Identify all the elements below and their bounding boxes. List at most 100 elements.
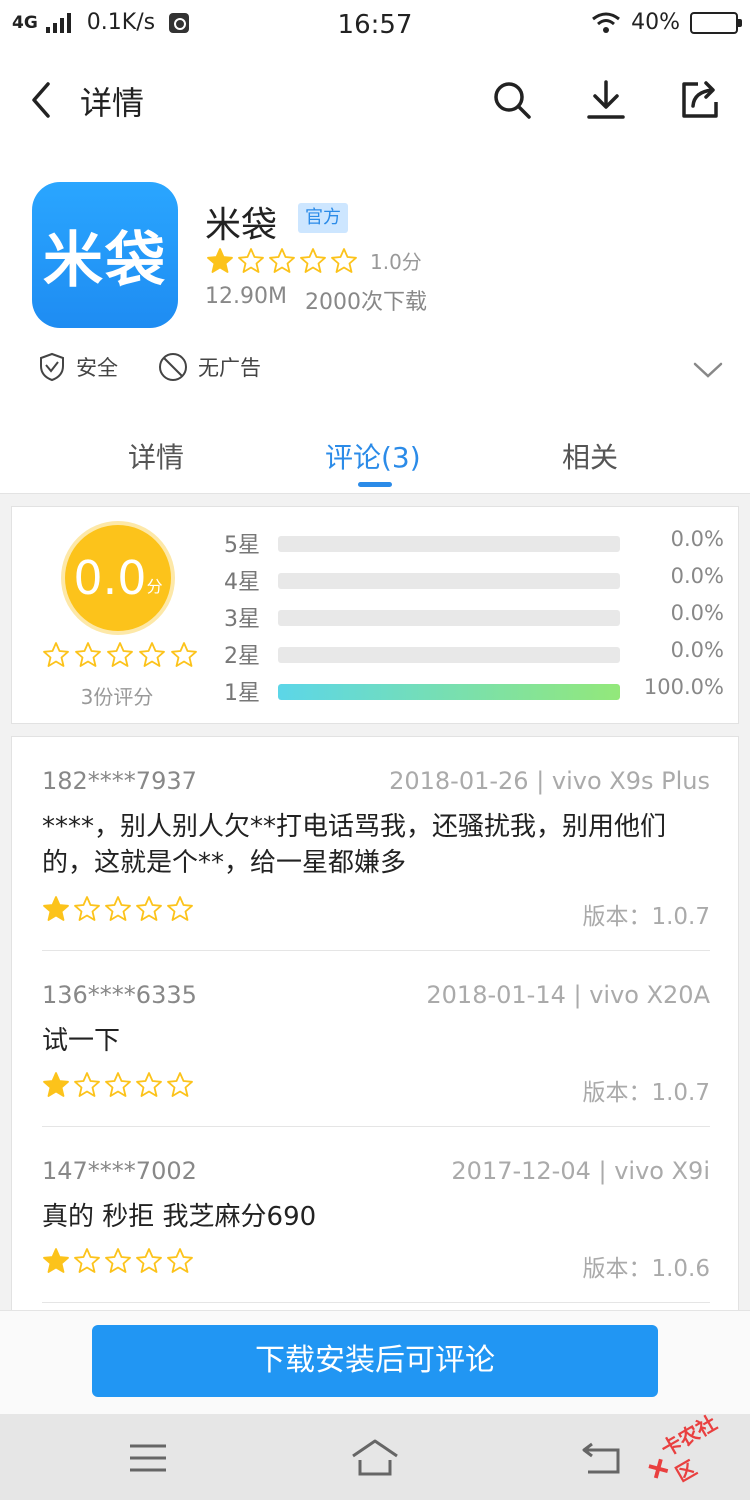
home-icon[interactable] — [350, 1438, 400, 1478]
star-empty-icon — [167, 1248, 193, 1273]
comment-item: 147****7002 2017-12-04 | vivo X9i 真的 秒拒 … — [42, 1157, 710, 1303]
comment-version: 版本：1.0.6 — [582, 1256, 710, 1282]
comment-version: 版本：1.0.7 — [582, 904, 710, 930]
star-filled-icon — [43, 1072, 69, 1097]
rating-row-label: 5星 — [224, 533, 260, 558]
rating-row-percent: 0.0% — [670, 527, 724, 551]
app-icon: 米袋 — [32, 182, 178, 328]
share-icon[interactable] — [678, 78, 722, 122]
tag-no-ads: 无广告 — [158, 352, 261, 382]
rating-summary: 0.0 分 3份评分 5星 0.0% 4星 0.0% 3星 0.0% 2星 0.… — [11, 506, 739, 724]
back-icon[interactable] — [22, 78, 62, 122]
bottom-action-bar: 下载安装后可评论 — [0, 1310, 750, 1414]
status-right: 40% — [591, 10, 742, 35]
star-filled-icon — [207, 247, 233, 273]
app-rating: 1.0分 — [206, 246, 422, 275]
rating-row-4: 4星 0.0% — [224, 564, 724, 595]
app-rating-stars — [206, 247, 358, 275]
star-empty-icon — [136, 1072, 162, 1097]
tab-details[interactable]: 详情 — [128, 436, 184, 476]
app-size: 12.90M — [205, 284, 287, 309]
comment-stars — [42, 895, 194, 923]
back-nav-icon[interactable] — [580, 1438, 624, 1478]
star-filled-icon — [43, 1248, 69, 1273]
page-title: 详情 — [80, 84, 145, 122]
wifi-icon — [592, 12, 621, 33]
star-empty-icon — [43, 642, 69, 667]
tab-comments[interactable]: 评论(3) — [325, 436, 421, 476]
download-to-comment-button[interactable]: 下载安装后可评论 — [92, 1325, 658, 1397]
star-empty-icon — [238, 247, 264, 273]
rating-bar-track — [278, 536, 620, 552]
rating-row-label: 1星 — [224, 681, 260, 706]
star-empty-icon — [171, 642, 197, 667]
battery-icon — [690, 11, 742, 34]
star-empty-icon — [269, 247, 295, 273]
tab-related[interactable]: 相关 — [562, 436, 618, 476]
rating-row-label: 2星 — [224, 644, 260, 669]
tag-safe-label: 安全 — [76, 356, 118, 380]
app-tags: 安全 无广告 — [38, 352, 261, 382]
comment-item: 182****7937 2018-01-26 | vivo X9s Plus *… — [42, 767, 710, 951]
comment-meta: 2018-01-26 | vivo X9s Plus — [389, 767, 710, 795]
app-name: 米袋 — [205, 205, 278, 246]
score-value: 0.0 — [73, 551, 147, 605]
tag-no-ads-label: 无广告 — [198, 356, 261, 380]
comment-stars — [42, 1247, 194, 1275]
comment-meta: 2018-01-14 | vivo X20A — [426, 981, 710, 1009]
star-empty-icon — [136, 1248, 162, 1273]
comment-item: 136****6335 2018-01-14 | vivo X20A 试一下 版… — [42, 981, 710, 1127]
top-bar: 详情 — [0, 60, 750, 140]
status-bar: 4G 0.1K/s 16:57 40% — [0, 0, 750, 52]
menu-icon[interactable] — [126, 1438, 170, 1478]
rating-row-percent: 0.0% — [670, 564, 724, 588]
star-empty-icon — [74, 1248, 100, 1273]
star-empty-icon — [300, 247, 326, 273]
star-empty-icon — [105, 896, 131, 921]
rating-count: 3份评分 — [80, 685, 154, 709]
battery-percent: 40% — [631, 10, 680, 35]
app-meta: 12.90M 2000次下载 — [205, 284, 427, 316]
app-downloads: 2000次下载 — [304, 290, 427, 315]
official-badge: 官方 — [298, 203, 348, 233]
chevron-down-icon[interactable] — [692, 354, 724, 386]
search-icon[interactable] — [490, 78, 534, 122]
shield-check-icon — [40, 352, 64, 382]
star-empty-icon — [107, 642, 133, 667]
star-empty-icon — [74, 896, 100, 921]
rating-row-3: 3星 0.0% — [224, 601, 724, 632]
rating-bar-fill — [278, 684, 620, 700]
star-empty-icon — [75, 642, 101, 667]
rating-bar-track — [278, 573, 620, 589]
comment-user: 182****7937 — [42, 767, 197, 795]
rating-row-percent: 0.0% — [670, 638, 724, 662]
comment-body: ****，别人别人欠**打电话骂我，还骚扰我，别用他们的，这就是个**，给一星都… — [42, 812, 667, 878]
comment-list: 182****7937 2018-01-26 | vivo X9s Plus *… — [11, 736, 739, 1314]
comment-body: 真的 秒拒 我芝麻分690 — [42, 1202, 317, 1232]
rating-bar-track — [278, 610, 620, 626]
tab-bar: 详情 评论(3) 相关 — [0, 418, 750, 494]
score-unit: 分 — [146, 577, 163, 596]
star-empty-icon — [105, 1248, 131, 1273]
rating-row-5: 5星 0.0% — [224, 527, 724, 558]
comment-user: 147****7002 — [42, 1157, 197, 1185]
comment-version: 版本：1.0.7 — [582, 1080, 710, 1106]
comment-stars — [42, 1071, 194, 1099]
star-empty-icon — [136, 896, 162, 921]
download-icon[interactable] — [584, 78, 628, 122]
summary-stars — [42, 641, 198, 669]
rating-row-percent: 100.0% — [643, 675, 724, 699]
rating-bar-track — [278, 684, 620, 700]
comment-body: 试一下 — [42, 1026, 121, 1056]
rating-row-2: 2星 0.0% — [224, 638, 724, 669]
star-empty-icon — [105, 1072, 131, 1097]
no-ads-icon — [159, 353, 187, 381]
star-empty-icon — [167, 896, 193, 921]
app-rating-text: 1.0分 — [370, 250, 422, 274]
rating-row-percent: 0.0% — [670, 601, 724, 625]
rating-row-1: 1星 100.0% — [224, 675, 724, 706]
tag-safe: 安全 — [38, 352, 118, 382]
rating-row-label: 4星 — [224, 570, 260, 595]
star-empty-icon — [74, 1072, 100, 1097]
score-circle: 0.0 分 — [65, 525, 171, 631]
